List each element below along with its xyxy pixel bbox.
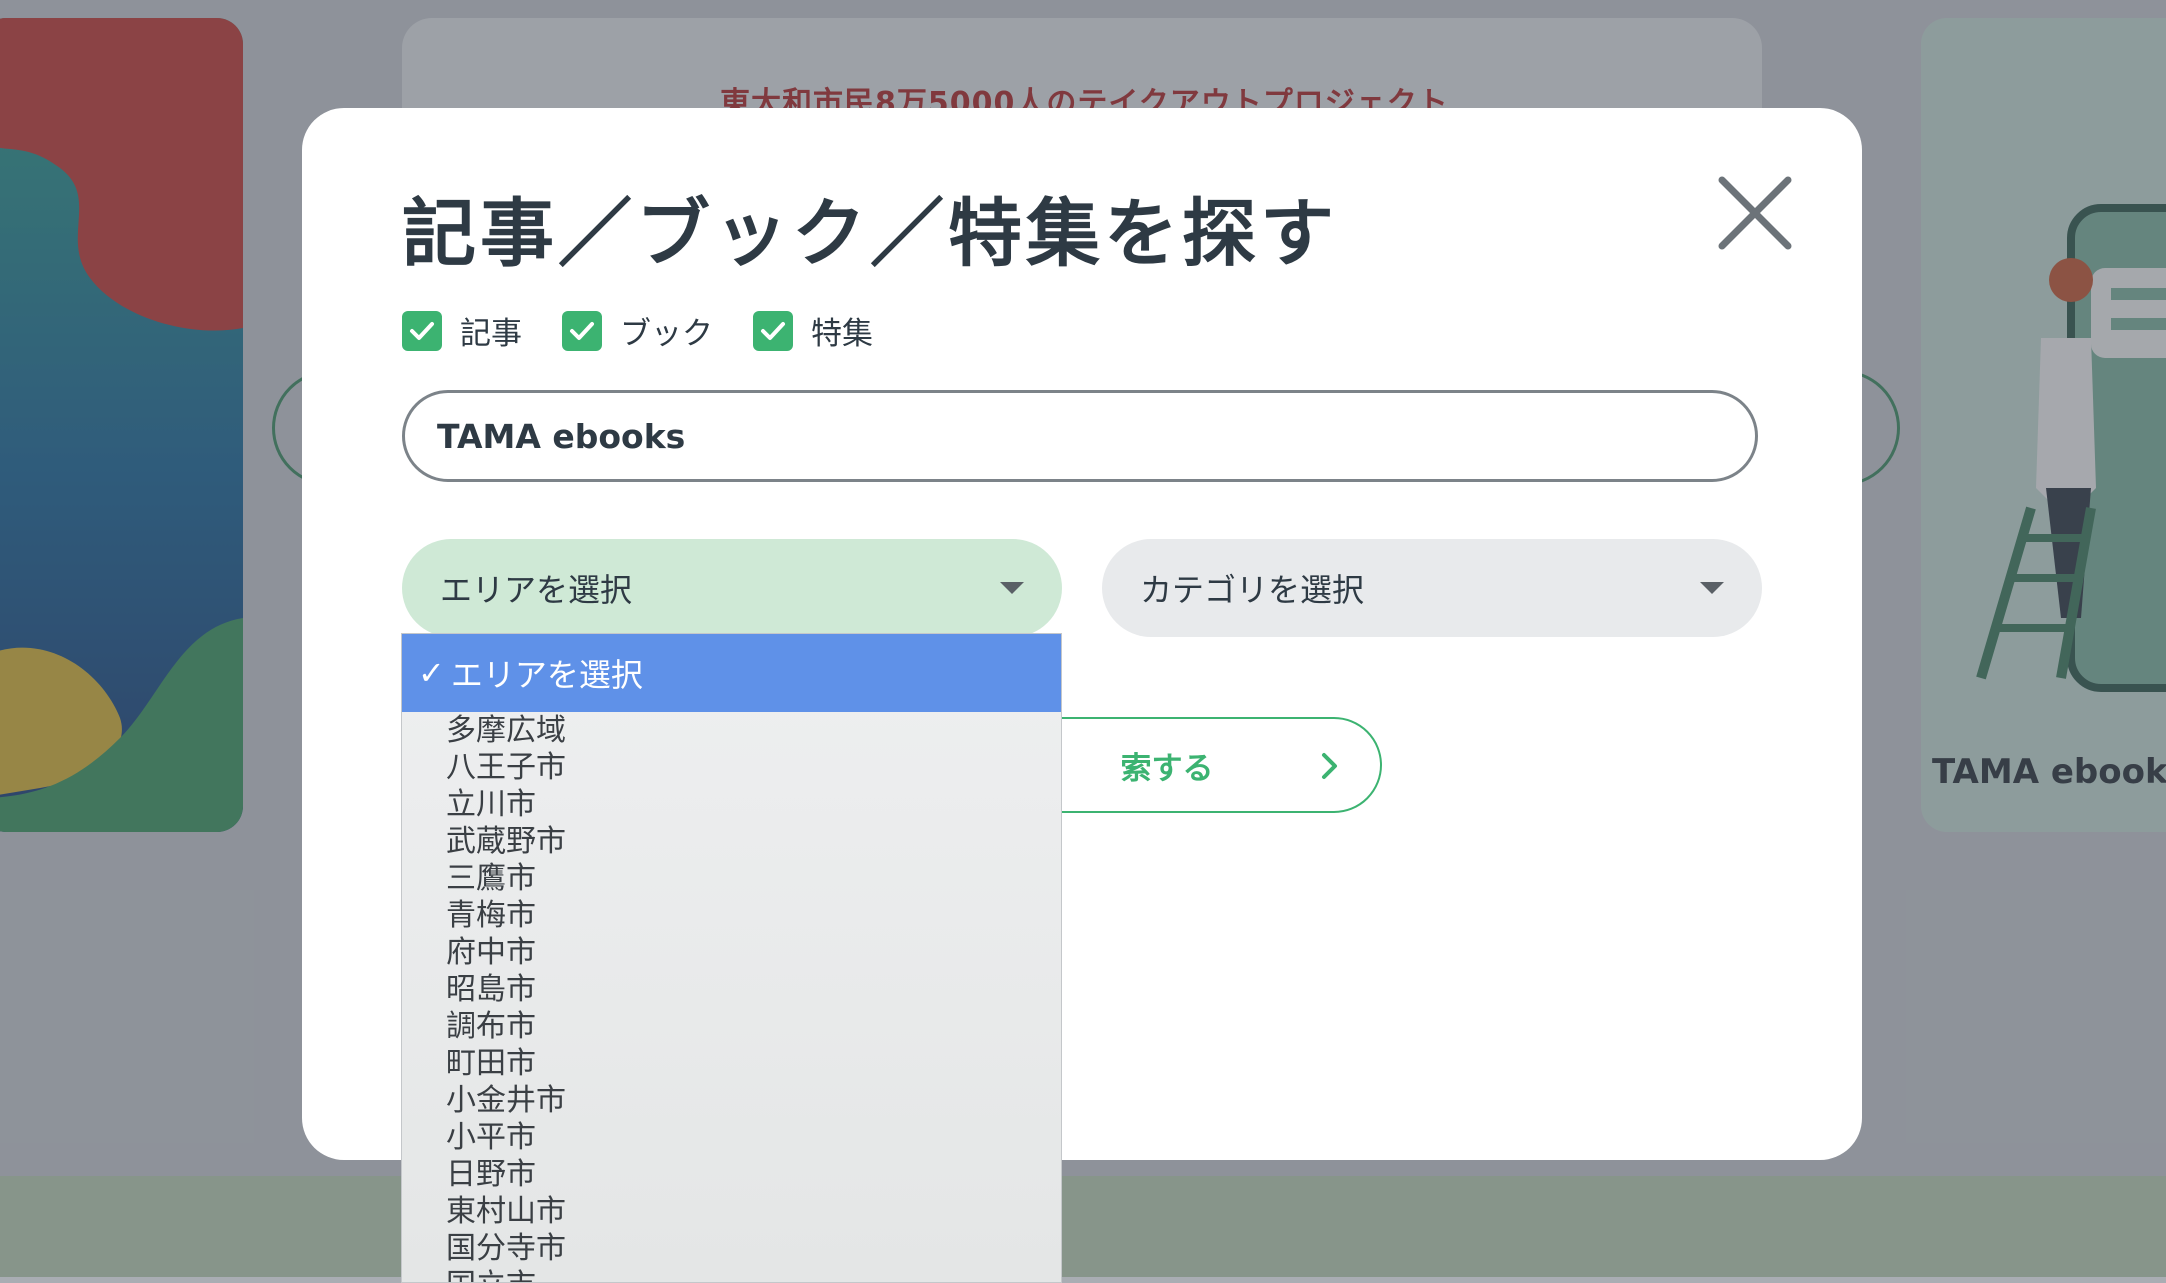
filter-label: 記事 xyxy=(460,316,522,352)
chevron-right-icon xyxy=(1322,753,1337,779)
dropdown-selected-label: エリアを選択 xyxy=(450,656,643,694)
area-select-label: エリアを選択 xyxy=(440,571,633,609)
feature-checkbox[interactable] xyxy=(753,310,793,351)
dropdown-option[interactable]: 町田市 xyxy=(402,1045,1061,1082)
filter-label: ブック xyxy=(620,316,713,352)
article-checkbox[interactable] xyxy=(402,310,442,351)
dropdown-option[interactable]: 三鷹市 xyxy=(402,860,1061,897)
dropdown-option[interactable]: 武蔵野市 xyxy=(402,823,1061,860)
dropdown-option[interactable]: 小平市 xyxy=(402,1119,1061,1156)
filter-label: 特集 xyxy=(811,316,873,352)
check-icon xyxy=(761,321,785,340)
caret-down-icon xyxy=(1000,582,1024,594)
search-input[interactable] xyxy=(402,390,1758,482)
book-checkbox[interactable] xyxy=(562,310,602,351)
area-select[interactable]: エリアを選択 xyxy=(402,539,1062,637)
type-filters: 記事 ブック 特集 xyxy=(402,308,873,353)
dropdown-option-list: 多摩広域 八王子市 立川市 武蔵野市 三鷹市 青梅市 府中市 昭島市 調布市 町… xyxy=(402,712,1061,1282)
dropdown-option-selected[interactable]: ✓ エリアを選択 xyxy=(402,634,1061,712)
dropdown-option[interactable]: 調布市 xyxy=(402,1008,1061,1045)
close-icon xyxy=(1718,176,1792,250)
filter-feature[interactable]: 特集 xyxy=(753,308,873,353)
check-icon xyxy=(410,321,434,340)
check-icon xyxy=(570,321,594,340)
dropdown-option[interactable]: 青梅市 xyxy=(402,897,1061,934)
dropdown-option[interactable]: 小金井市 xyxy=(402,1082,1061,1119)
checkmark-icon: ✓ xyxy=(418,654,445,692)
dropdown-option[interactable]: 立川市 xyxy=(402,786,1061,823)
caret-down-icon xyxy=(1700,582,1724,594)
filter-book[interactable]: ブック xyxy=(562,308,713,353)
search-button-label: 索する xyxy=(1120,750,1214,787)
dropdown-option[interactable]: 多摩広域 xyxy=(402,712,1061,749)
dropdown-option[interactable]: 府中市 xyxy=(402,934,1061,971)
area-dropdown: ✓ エリアを選択 多摩広域 八王子市 立川市 武蔵野市 三鷹市 青梅市 府中市 … xyxy=(401,633,1062,1283)
close-button[interactable] xyxy=(1714,172,1796,254)
dropdown-option[interactable]: 国立市 xyxy=(402,1267,1061,1282)
dropdown-option[interactable]: 八王子市 xyxy=(402,749,1061,786)
filter-article[interactable]: 記事 xyxy=(402,308,522,353)
dropdown-option[interactable]: 日野市 xyxy=(402,1156,1061,1193)
dropdown-option[interactable]: 国分寺市 xyxy=(402,1230,1061,1267)
category-select[interactable]: カテゴリを選択 xyxy=(1102,539,1762,637)
dropdown-option[interactable]: 昭島市 xyxy=(402,971,1061,1008)
category-select-label: カテゴリを選択 xyxy=(1140,571,1365,609)
dropdown-option[interactable]: 東村山市 xyxy=(402,1193,1061,1230)
modal-title: 記事／ブック／特集を探す xyxy=(402,191,1338,277)
